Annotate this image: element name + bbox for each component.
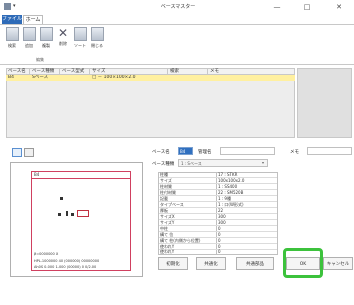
property-key: 使われY: [160, 249, 175, 254]
door-icon: [90, 27, 104, 41]
property-value[interactable]: 0: [218, 249, 276, 255]
ribbon-tab-bar: [0, 14, 354, 24]
common-parts-button[interactable]: 共通部品: [236, 257, 274, 270]
delete-x-icon: ✕: [57, 26, 69, 40]
initialize-button[interactable]: 初期化: [158, 257, 188, 270]
close-button[interactable]: ✕: [328, 0, 350, 14]
table-view-icon[interactable]: [24, 148, 34, 157]
delete-button[interactable]: ✕ 削除: [55, 27, 71, 55]
search-icon: [5, 27, 19, 41]
drawing-title-line: [31, 178, 131, 179]
window-title: ベースマスター: [160, 4, 196, 10]
maximize-button[interactable]: □: [296, 0, 318, 14]
table-empty-area: [6, 81, 295, 138]
column-header[interactable]: ベース型式: [60, 68, 90, 75]
drawing-mark: [58, 213, 61, 216]
minimize-button[interactable]: —: [266, 0, 288, 14]
drawing-note: HPL-1000000 40 (000000) 00000000: [34, 259, 100, 263]
drawing-base-plate: [77, 210, 89, 217]
close-ribbon-button[interactable]: 閉じる: [89, 27, 105, 55]
memo-label: メモ: [290, 150, 299, 155]
column-header[interactable]: メモ: [208, 68, 295, 75]
tab-home[interactable]: ホーム: [23, 15, 43, 24]
ok-button-highlight: [283, 248, 323, 278]
search-button[interactable]: 検索: [4, 27, 20, 55]
drawing-mark: [71, 213, 74, 216]
quick-access-toolbar[interactable]: ▾: [13, 3, 21, 10]
column-header[interactable]: ベース種類: [30, 68, 60, 75]
sort-button[interactable]: ソート: [72, 27, 88, 55]
preview-view-icon[interactable]: [12, 148, 22, 157]
chevron-down-icon: ▾: [262, 160, 265, 165]
tab-file[interactable]: ファイル: [2, 15, 22, 24]
duplicate-button[interactable]: 複製: [38, 27, 54, 55]
base-kind-select[interactable]: 1 : Sベース: [178, 159, 268, 167]
manage-name-label: 管理名: [198, 150, 212, 155]
drawing-note: Ah0S 0-000 1-000 (00000) 0 0/2.00: [34, 265, 97, 269]
column-header[interactable]: 検索: [168, 68, 208, 75]
manage-name-input[interactable]: [220, 147, 275, 155]
drawing-title: B4: [34, 172, 40, 177]
base-name-label: ベース名: [152, 150, 170, 155]
column-header[interactable]: ベース名: [6, 68, 30, 75]
cancel-button[interactable]: キャンセル: [323, 257, 353, 270]
drawing-mark: [60, 197, 63, 200]
sort-icon: [73, 27, 87, 41]
base-name-input[interactable]: B4: [178, 147, 193, 155]
commonize-button[interactable]: 共通化: [196, 257, 226, 270]
column-header[interactable]: サイズ: [90, 68, 168, 75]
ribbon-group-label: 編集: [36, 57, 44, 62]
add-button[interactable]: 追加: [21, 27, 37, 55]
app-icon: [4, 3, 11, 10]
side-panel: [297, 68, 352, 138]
add-icon: [22, 27, 36, 41]
drawing-note: β=0000000 X: [34, 252, 59, 256]
base-kind-label: ベース種類: [152, 162, 175, 167]
duplicate-icon: [39, 27, 53, 41]
memo-input[interactable]: [307, 147, 352, 155]
drawing-mark: [66, 211, 68, 216]
